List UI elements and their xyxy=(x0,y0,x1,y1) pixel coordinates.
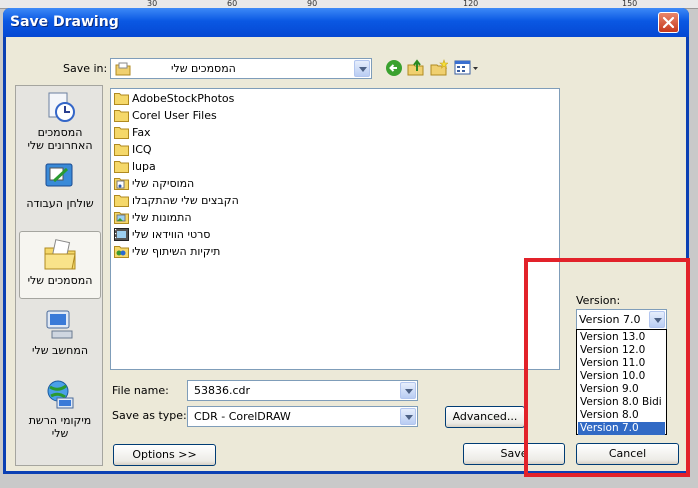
save-in-combo[interactable]: המסמכים שלי xyxy=(110,58,372,79)
chevron-down-icon[interactable] xyxy=(354,60,370,77)
file-name: התמונות שלי xyxy=(132,211,192,224)
chevron-down-icon[interactable] xyxy=(400,382,416,399)
network-places-icon xyxy=(47,380,74,409)
title-bar[interactable]: Save Drawing xyxy=(3,8,689,37)
ruler-tick: 90 xyxy=(307,0,318,8)
folder-icon xyxy=(114,144,129,156)
file-name: תיקיות השיתוף שלי xyxy=(132,245,221,258)
place-label: המחשב שלי xyxy=(32,344,88,357)
file-name: Fax xyxy=(132,126,151,139)
save-as-type-label: Save as type: xyxy=(112,409,187,422)
desktop-icon xyxy=(45,163,73,187)
file-name: ICQ xyxy=(132,143,152,156)
save-as-type-combo[interactable]: CDR - CorelDRAW xyxy=(187,406,418,427)
file-list[interactable]: AdobeStockPhotos Corel User Files Fax IC… xyxy=(110,88,560,370)
save-in-label: Save in: xyxy=(63,62,108,75)
folder-icon xyxy=(114,127,129,139)
place-network-places[interactable]: מיקומי הרשת שלי xyxy=(19,378,101,448)
chevron-down-icon[interactable] xyxy=(400,408,416,425)
place-label: שולחן העבודה xyxy=(26,197,94,210)
back-button[interactable] xyxy=(385,59,405,79)
ruler-tick: 60 xyxy=(227,0,238,8)
new-folder-button[interactable] xyxy=(430,59,450,79)
folder-icon xyxy=(114,195,129,207)
view-menu-button[interactable] xyxy=(454,59,480,79)
place-my-computer[interactable]: המחשב שלי xyxy=(19,308,101,364)
place-label: המסמכים האחרונים שלי xyxy=(27,126,93,152)
back-arrow-icon xyxy=(386,60,402,76)
folder-icon xyxy=(114,161,129,173)
file-name-value: 53836.cdr xyxy=(194,384,251,397)
place-my-documents[interactable]: המסמכים שלי xyxy=(19,231,101,299)
video-folder-icon xyxy=(114,228,129,241)
highlight-box xyxy=(524,258,690,477)
advanced-button[interactable]: Advanced... xyxy=(445,406,525,428)
file-name-combo[interactable]: 53836.cdr xyxy=(187,380,418,401)
place-label: המסמכים שלי xyxy=(27,274,93,287)
file-name: AdobeStockPhotos xyxy=(132,92,235,105)
file-name-label: File name: xyxy=(112,384,169,397)
place-label: מיקומי הרשת שלי xyxy=(28,414,92,440)
file-name: Corel User Files xyxy=(132,109,217,122)
file-name: הקבצים שלי שהתקבלו xyxy=(132,194,239,207)
file-name: המוסיקה שלי xyxy=(132,177,195,190)
place-recent-documents[interactable]: המסמכים האחרונים שלי xyxy=(19,90,101,152)
file-name: סרטי הווידאו שלי xyxy=(132,228,211,241)
save-as-type-value: CDR - CorelDRAW xyxy=(194,410,291,423)
folder-icon xyxy=(114,110,129,122)
ruler-tick: 150 xyxy=(622,0,638,8)
folder-icon xyxy=(114,93,129,105)
my-documents-icon xyxy=(44,239,76,270)
new-folder-icon xyxy=(430,59,449,76)
music-folder-icon xyxy=(114,178,129,190)
dialog-title: Save Drawing xyxy=(10,14,119,30)
recent-documents-icon xyxy=(48,92,75,122)
save-in-value: המסמכים שלי xyxy=(171,62,236,75)
my-documents-icon xyxy=(115,62,131,76)
ruler-tick: 120 xyxy=(463,0,479,8)
up-folder-button[interactable] xyxy=(407,59,427,79)
up-folder-icon xyxy=(407,59,424,76)
ruler-tick: 30 xyxy=(147,0,158,8)
place-desktop[interactable]: שולחן העבודה xyxy=(19,161,101,217)
view-menu-icon xyxy=(454,60,478,75)
file-name: lupa xyxy=(132,160,156,173)
pictures-folder-icon xyxy=(114,212,129,224)
my-computer-icon xyxy=(46,310,73,339)
options-button[interactable]: Options >> xyxy=(113,444,216,466)
close-button[interactable] xyxy=(658,12,679,33)
shared-folder-icon xyxy=(114,246,129,258)
close-icon xyxy=(662,16,675,29)
places-bar: המסמכים האחרונים שלי שולחן העבודה המסמכי… xyxy=(15,85,103,466)
